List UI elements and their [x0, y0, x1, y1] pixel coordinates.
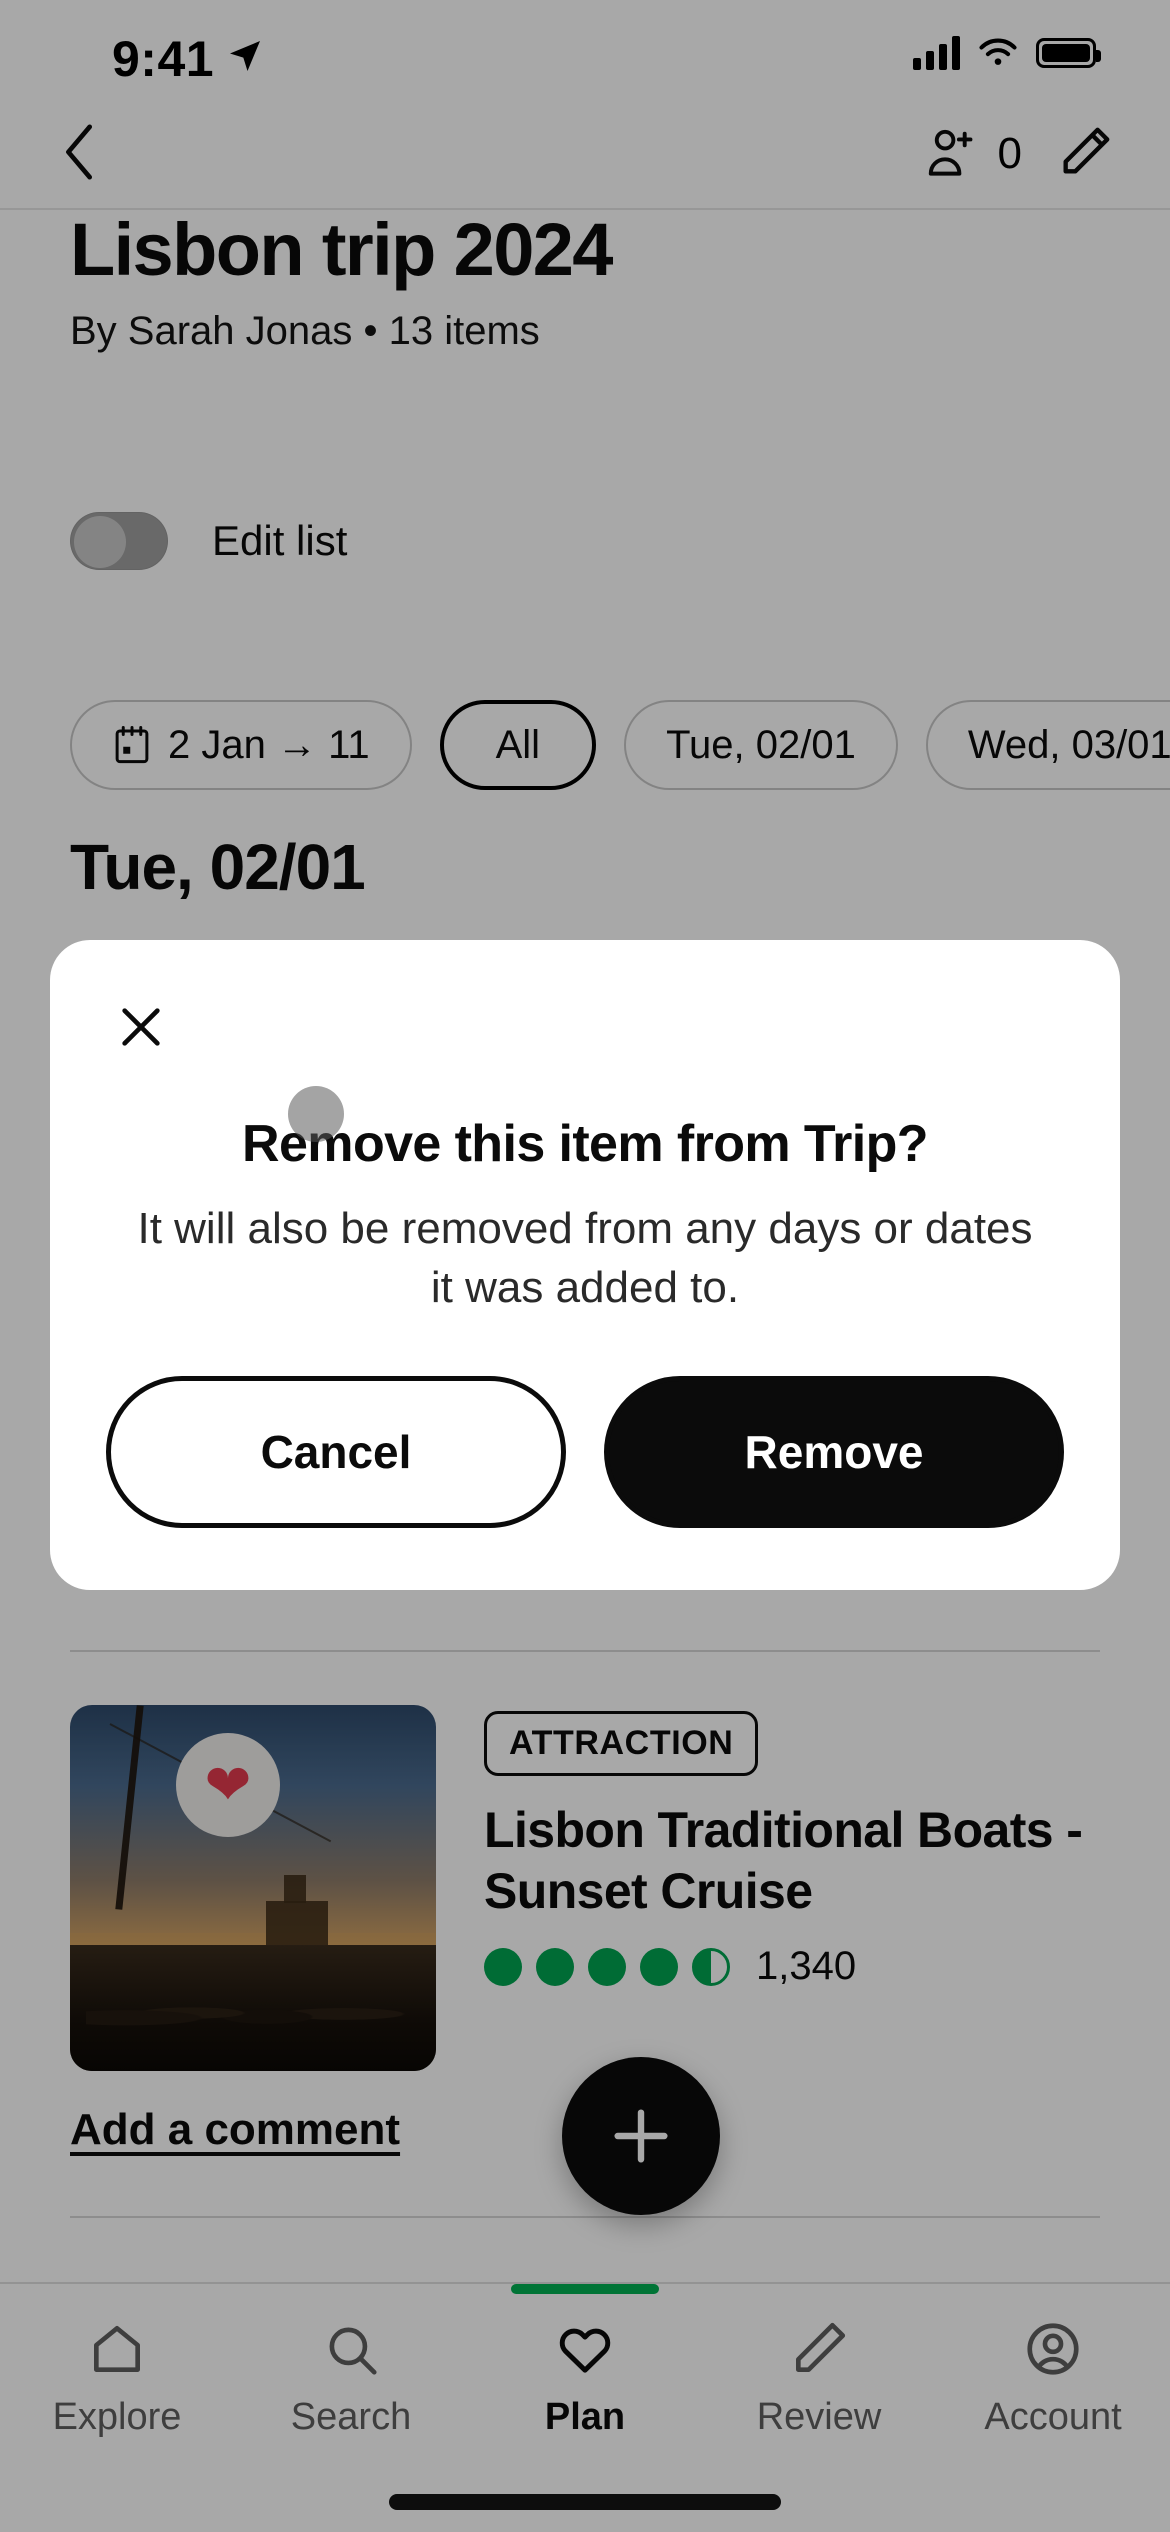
close-icon [122, 1008, 160, 1046]
dialog-title: Remove this item from Trip? [242, 1115, 929, 1173]
remove-button[interactable]: Remove [604, 1375, 1064, 1528]
touch-indicator [288, 1086, 344, 1142]
dialog-actions: Cancel Remove [106, 1375, 1064, 1528]
dialog-body: It will also be removed from any days or… [137, 1204, 1033, 1312]
screen: 9:41 0 Lisbon trip 2024 By Sarah Jonas •… [0, 0, 1170, 2532]
close-button[interactable] [106, 992, 176, 1062]
cancel-button[interactable]: Cancel [106, 1375, 566, 1528]
remove-item-dialog: Remove this item from Trip? It will also… [50, 940, 1120, 1590]
